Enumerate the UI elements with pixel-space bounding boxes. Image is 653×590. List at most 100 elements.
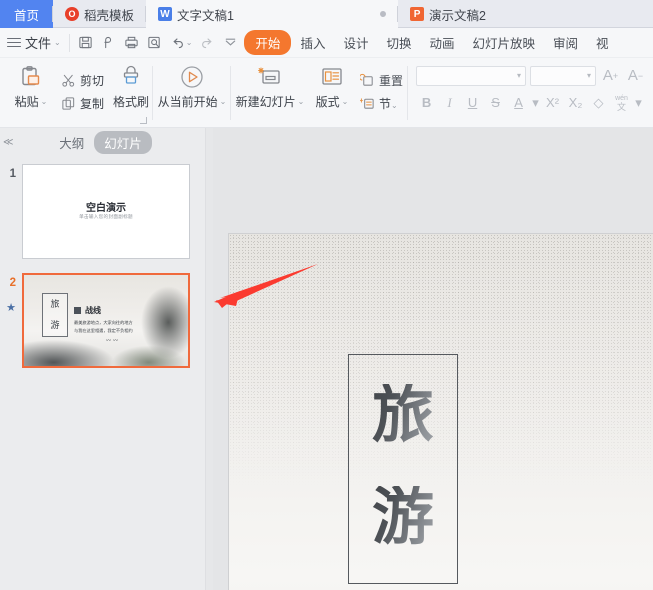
ribbon-tab-review[interactable]: 审阅 [544, 30, 587, 55]
phonetic-guide-button[interactable]: wén 文 [611, 92, 632, 113]
chevron-down-icon: ⌄ [391, 100, 398, 110]
chevron-down-icon[interactable]: ▾ [517, 71, 521, 80]
bold-button[interactable]: B [416, 92, 437, 113]
chevron-down-icon[interactable]: ▾ [587, 71, 591, 80]
new-slide-button[interactable]: 新建幻灯片 ⌄ [231, 58, 309, 120]
grow-font-label: A [602, 67, 613, 84]
slide-thumbnail-list: 1 空白演示 单击输入您的封面副标题 2 ★ 旅 游 战线 最美旅游地点，大家向… [0, 156, 211, 368]
pane-tab-outline[interactable]: 大纲 [59, 133, 84, 152]
tab-home[interactable]: 首页 [0, 0, 54, 28]
ribbon-tab-insert[interactable]: 插入 [291, 30, 334, 55]
reset-button[interactable]: 重置 [355, 70, 408, 91]
tab-home-label: 首页 [14, 8, 40, 23]
ribbon-tab-start[interactable]: 开始 [244, 30, 292, 55]
slide-number-2-label: 2 [9, 277, 16, 289]
ribbon-tab-slideshow[interactable]: 幻灯片放映 [464, 30, 545, 55]
ribbon-tab-animations[interactable]: 动画 [420, 30, 463, 55]
quick-access-toolbar: ⌄ [78, 35, 239, 50]
clear-formatting-button[interactable]: ◇ [588, 92, 609, 113]
section-label: 节⌄ [379, 96, 398, 111]
start-from-current-label: 从当前开始 ⌄ [157, 95, 227, 109]
undo-icon[interactable] [170, 35, 185, 50]
format-painter-button[interactable]: 格式刷 [109, 58, 153, 120]
layout-icon [320, 64, 344, 90]
tab-presentation-doc2[interactable]: P 演示文稿2 [398, 0, 498, 28]
file-menu-button[interactable]: 文件 ⌄ [25, 33, 61, 52]
thumb2-birds-icon: 〰〰 [106, 338, 121, 344]
paste-button[interactable]: 粘贴 ⌄ [6, 58, 56, 120]
customize-qat-icon[interactable] [223, 35, 238, 50]
strikethrough-button[interactable]: S [485, 92, 506, 113]
chevron-down-icon: ⌄ [40, 97, 48, 106]
tab-docer-label: 稻壳模板 [84, 8, 135, 23]
print-preview-icon[interactable] [147, 35, 162, 50]
menu-icon[interactable] [7, 37, 21, 48]
cut-label: 剪切 [80, 73, 105, 88]
layout-label: 版式 ⌄ [315, 95, 349, 109]
superscript-button[interactable]: X² [542, 92, 563, 113]
ribbon-tab-transitions[interactable]: 切换 [377, 30, 420, 55]
slide-thumbnail-2[interactable]: 旅 游 战线 最美旅游地点，大家向往的地方 与我在这里相遇，我定不负相约 〰〰 [22, 273, 190, 368]
layout-button[interactable]: 版式 ⌄ [309, 58, 355, 120]
copy-icon [62, 96, 75, 110]
document-tab-bar: 首页 O 稻壳模板 W 文字文稿1 P 演示文稿2 [0, 0, 653, 28]
chevron-down-icon: ⌄ [54, 38, 61, 47]
cut-button[interactable]: 剪切 [56, 70, 109, 91]
chevron-down-icon: ⌄ [341, 97, 349, 106]
print-icon[interactable] [124, 35, 139, 50]
reset-icon [360, 73, 373, 86]
ribbon-tab-bar: 文件 ⌄ ⌄ 开始 插入 设计 切换 动画 幻灯片放映 审阅 视 [0, 28, 653, 58]
file-menu-label: 文件 [25, 36, 52, 51]
shrink-font-button[interactable]: A − [625, 65, 646, 86]
underline-button[interactable]: U [462, 92, 483, 113]
slide-title-char-1[interactable]: 旅 [348, 384, 458, 446]
copy-button[interactable]: 复制 [56, 93, 109, 114]
ribbon-group-slides: 新建幻灯片 ⌄ 版式 ⌄ 重置 节⌄ [231, 58, 409, 128]
list-item[interactable]: 1 空白演示 单击输入您的封面副标题 [0, 164, 211, 259]
slide-surface[interactable]: 旅 游 翟 睿 心 卓 战线 最美旅游地点，大家向 与我在这里相遇，我定 [229, 234, 653, 590]
font-color-button[interactable]: A [508, 92, 529, 113]
font-name-combobox[interactable]: ▾ [416, 65, 527, 86]
save-icon[interactable] [78, 35, 93, 50]
tab-close-dot-icon[interactable] [380, 11, 387, 17]
copy-label: 复制 [80, 96, 105, 111]
chevron-down-icon: ⌄ [297, 97, 305, 106]
undo-chevron-down-icon[interactable]: ⌄ [186, 38, 193, 47]
new-icon[interactable] [101, 35, 116, 50]
thumb1-subtitle: 单击输入您的封面副标题 [79, 214, 133, 219]
start-from-current-button[interactable]: 从当前开始 ⌄ [153, 58, 231, 120]
shrink-font-label: A [627, 67, 638, 84]
subscript-button[interactable]: X₂ [565, 92, 586, 113]
font-color-chevron-down-icon[interactable]: ▾ [531, 92, 540, 113]
italic-button[interactable]: I [439, 92, 460, 113]
wps-presentation-window: 首页 O 稻壳模板 W 文字文稿1 P 演示文稿2 文件 ⌄ ⌄ 开始 插入 设… [0, 0, 653, 590]
ribbon-group-present: 从当前开始 ⌄ [153, 58, 232, 128]
scissors-icon [62, 74, 75, 87]
slide-number-1: 1 [9, 168, 16, 180]
pane-tab-slides[interactable]: 幻灯片 [94, 130, 152, 154]
docer-icon: O [65, 7, 80, 21]
redo-icon[interactable] [200, 35, 215, 50]
slide-title-char-2[interactable]: 游 [348, 486, 458, 548]
slide-thumbnail-1[interactable]: 空白演示 单击输入您的封面副标题 [22, 164, 190, 259]
thumb2-char-2: 游 [50, 320, 60, 330]
font-size-combobox[interactable]: ▾ [530, 65, 597, 86]
pane-splitter[interactable] [205, 128, 213, 590]
section-button[interactable]: 节⌄ [355, 93, 408, 114]
slide-navigator-pane: ≪ 大纲 幻灯片 1 空白演示 单击输入您的封面副标题 2 ★ 旅 游 战线 最… [0, 128, 212, 590]
tab-docer-template[interactable]: O 稻壳模板 [53, 0, 147, 28]
animation-star-icon[interactable]: ★ [6, 301, 16, 314]
slide-editor-canvas[interactable]: 旅 游 翟 睿 心 卓 战线 最美旅游地点，大家向 与我在这里相遇，我定 [213, 128, 653, 590]
ribbon-tab-view[interactable]: 视 [587, 30, 618, 55]
phonetic-chevron-down-icon[interactable]: ▾ [634, 92, 643, 113]
clipboard-dialog-launcher-icon[interactable] [140, 117, 148, 124]
collapse-left-icon[interactable]: ≪ [3, 137, 14, 148]
thumb2-line1: 最美旅游地点，大家向往的地方 [74, 320, 133, 325]
tab-writer-doc1[interactable]: W 文字文稿1 [146, 0, 399, 28]
clipboard-small-buttons: 剪切 复制 [56, 58, 109, 120]
list-item[interactable]: 2 ★ 旅 游 战线 最美旅游地点，大家向往的地方 与我在这里相遇，我定不负相约… [0, 273, 211, 368]
ribbon-tab-design[interactable]: 设计 [334, 30, 377, 55]
thumb2-line2: 与我在这里相遇，我定不负相约 [74, 328, 133, 333]
grow-font-button[interactable]: A + [600, 65, 621, 86]
chevron-down-icon: ⌄ [219, 97, 227, 106]
